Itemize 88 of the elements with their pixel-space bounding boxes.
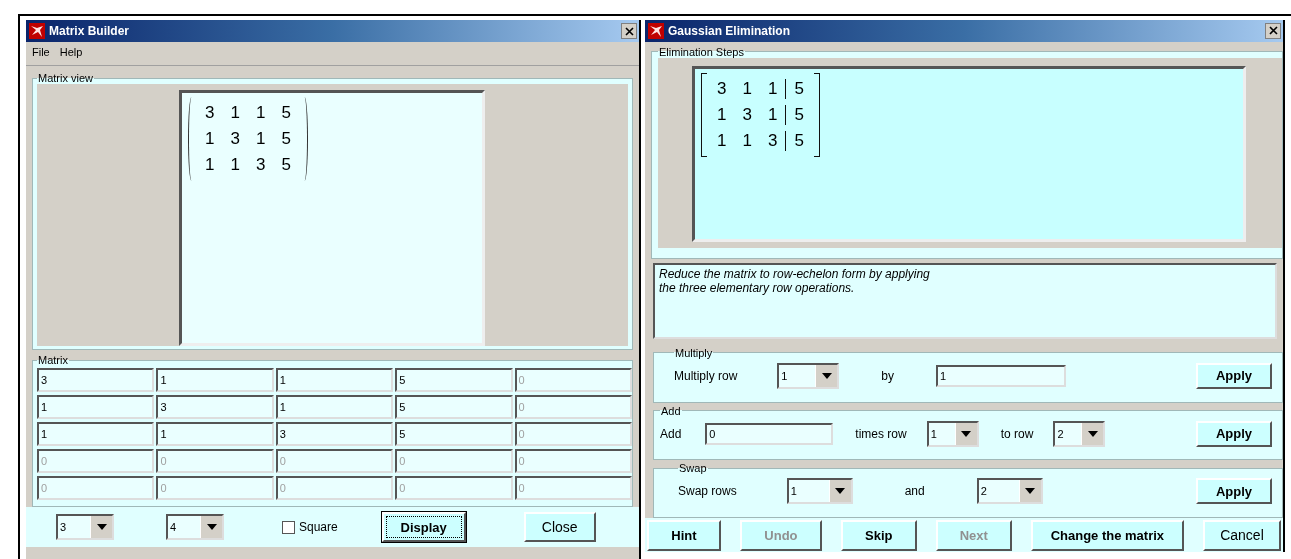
row-dropdown[interactable]: 2 [1053,420,1106,447]
factor-field[interactable]: 1 [936,364,1067,387]
row-dropdown[interactable]: 2 [976,478,1043,505]
dialog-button[interactable]: Close [523,512,596,542]
app-icon [648,22,664,39]
field-label: by [881,368,895,383]
matrix-cell-field[interactable]: 3 [275,422,394,446]
matrix-entry: 1 [766,78,779,99]
matrix-cell-field[interactable]: 3 [37,368,155,392]
matrix-cell-field[interactable]: 1 [156,368,274,392]
window-title: Gaussian Elimination [668,23,792,38]
group-label: Elimination Steps [658,45,745,58]
caret-icon [1025,488,1036,495]
matrix-entry: 3 [716,78,728,99]
matrix-cell-field[interactable]: 3 [156,395,274,419]
dialog-button[interactable]: Display [381,512,466,542]
dialog-button[interactable]: Cancel [1202,519,1281,551]
matrix-entry: 1 [229,103,241,123]
dialog-button[interactable]: Change the matrix [1030,519,1185,551]
factor-field[interactable]: 0 [705,422,834,445]
matrix-entry: 3 [741,104,753,125]
apply-button[interactable]: Apply [1196,420,1272,447]
field-label: Add [660,426,682,441]
matrix-cell-field[interactable]: 5 [395,368,513,392]
matrix-entry: 1 [254,129,267,149]
matrix-entry: 5 [280,155,292,175]
matrix-entry: 5 [280,129,292,149]
matrix-cell-field[interactable]: 5 [395,422,513,446]
close-icon [1268,26,1278,36]
matrix-entry: 5 [785,130,812,151]
close-button[interactable] [621,23,637,39]
matrix-entry: 1 [204,155,216,175]
matrix-entry: 1 [741,130,753,151]
matrix-cell-field[interactable]: 1 [275,368,394,392]
row-dropdown[interactable]: 1 [926,420,979,447]
window-title: Matrix Builder [49,24,130,38]
matrix-cell-field[interactable]: 1 [37,422,155,446]
instructions-text: Reduce the matrix to row-echelon form by applying the three elementary row operations. [653,263,1277,339]
matrix-entry: 5 [280,103,292,123]
field-label: to row [1000,426,1034,441]
matrix-entry: 5 [785,78,812,99]
bracket-icon [813,72,820,157]
group-label: Matrix view [37,72,94,84]
matrix-cell-field[interactable]: 5 [395,395,513,419]
group-label: Multiply [674,346,714,359]
matrix-entry: 1 [716,104,728,125]
apply-button[interactable]: Apply [1196,362,1272,389]
rows-dropdown[interactable]: 3 [56,514,114,540]
bracket-icon [701,72,707,157]
row-dropdown[interactable]: 1 [786,478,853,505]
caret-icon [835,488,846,495]
apply-button[interactable]: Apply [1196,478,1272,505]
group-label: Swap [678,462,708,475]
columns-dropdown[interactable]: 4 [166,514,224,540]
close-icon [624,26,634,36]
matrix-entry: 1 [741,78,753,99]
app-icon [29,23,45,39]
caret-icon [96,524,107,530]
row-dropdown[interactable]: 1 [777,362,840,389]
group-label: Add [660,404,682,417]
menu-item[interactable]: File [32,46,50,61]
square-checkbox[interactable]: Square [282,520,338,534]
matrix-entry: 1 [766,104,779,125]
field-label: Multiply row [674,368,738,383]
matrix-entry: 3 [204,103,216,123]
matrix-entry: 1 [254,103,267,123]
matrix-entry: 3 [229,129,241,149]
matrix-entry: 3 [254,155,267,175]
caret-icon [821,372,832,379]
matrix-cell-field[interactable]: 1 [156,422,274,446]
dialog-button[interactable]: Hint [647,519,721,551]
close-button[interactable] [1265,22,1281,39]
field-label: Swap rows [678,484,737,499]
caret-icon [1087,430,1098,437]
matrix-cell-field[interactable]: 1 [37,395,155,419]
matrix-entry: 1 [716,130,728,151]
field-label: and [904,484,925,499]
dialog-button[interactable]: Skip [840,519,917,551]
matrix-entry: 1 [229,155,241,175]
matrix-entry: 5 [785,104,812,125]
field-label: times row [855,426,907,441]
caret-icon [206,524,217,530]
group-label: Matrix [37,354,69,366]
caret-icon [961,430,972,437]
menu-item[interactable]: Help [59,46,83,61]
matrix-entry: 3 [766,130,779,151]
matrix-cell-field[interactable]: 1 [275,395,394,419]
matrix-entry: 1 [204,129,216,149]
